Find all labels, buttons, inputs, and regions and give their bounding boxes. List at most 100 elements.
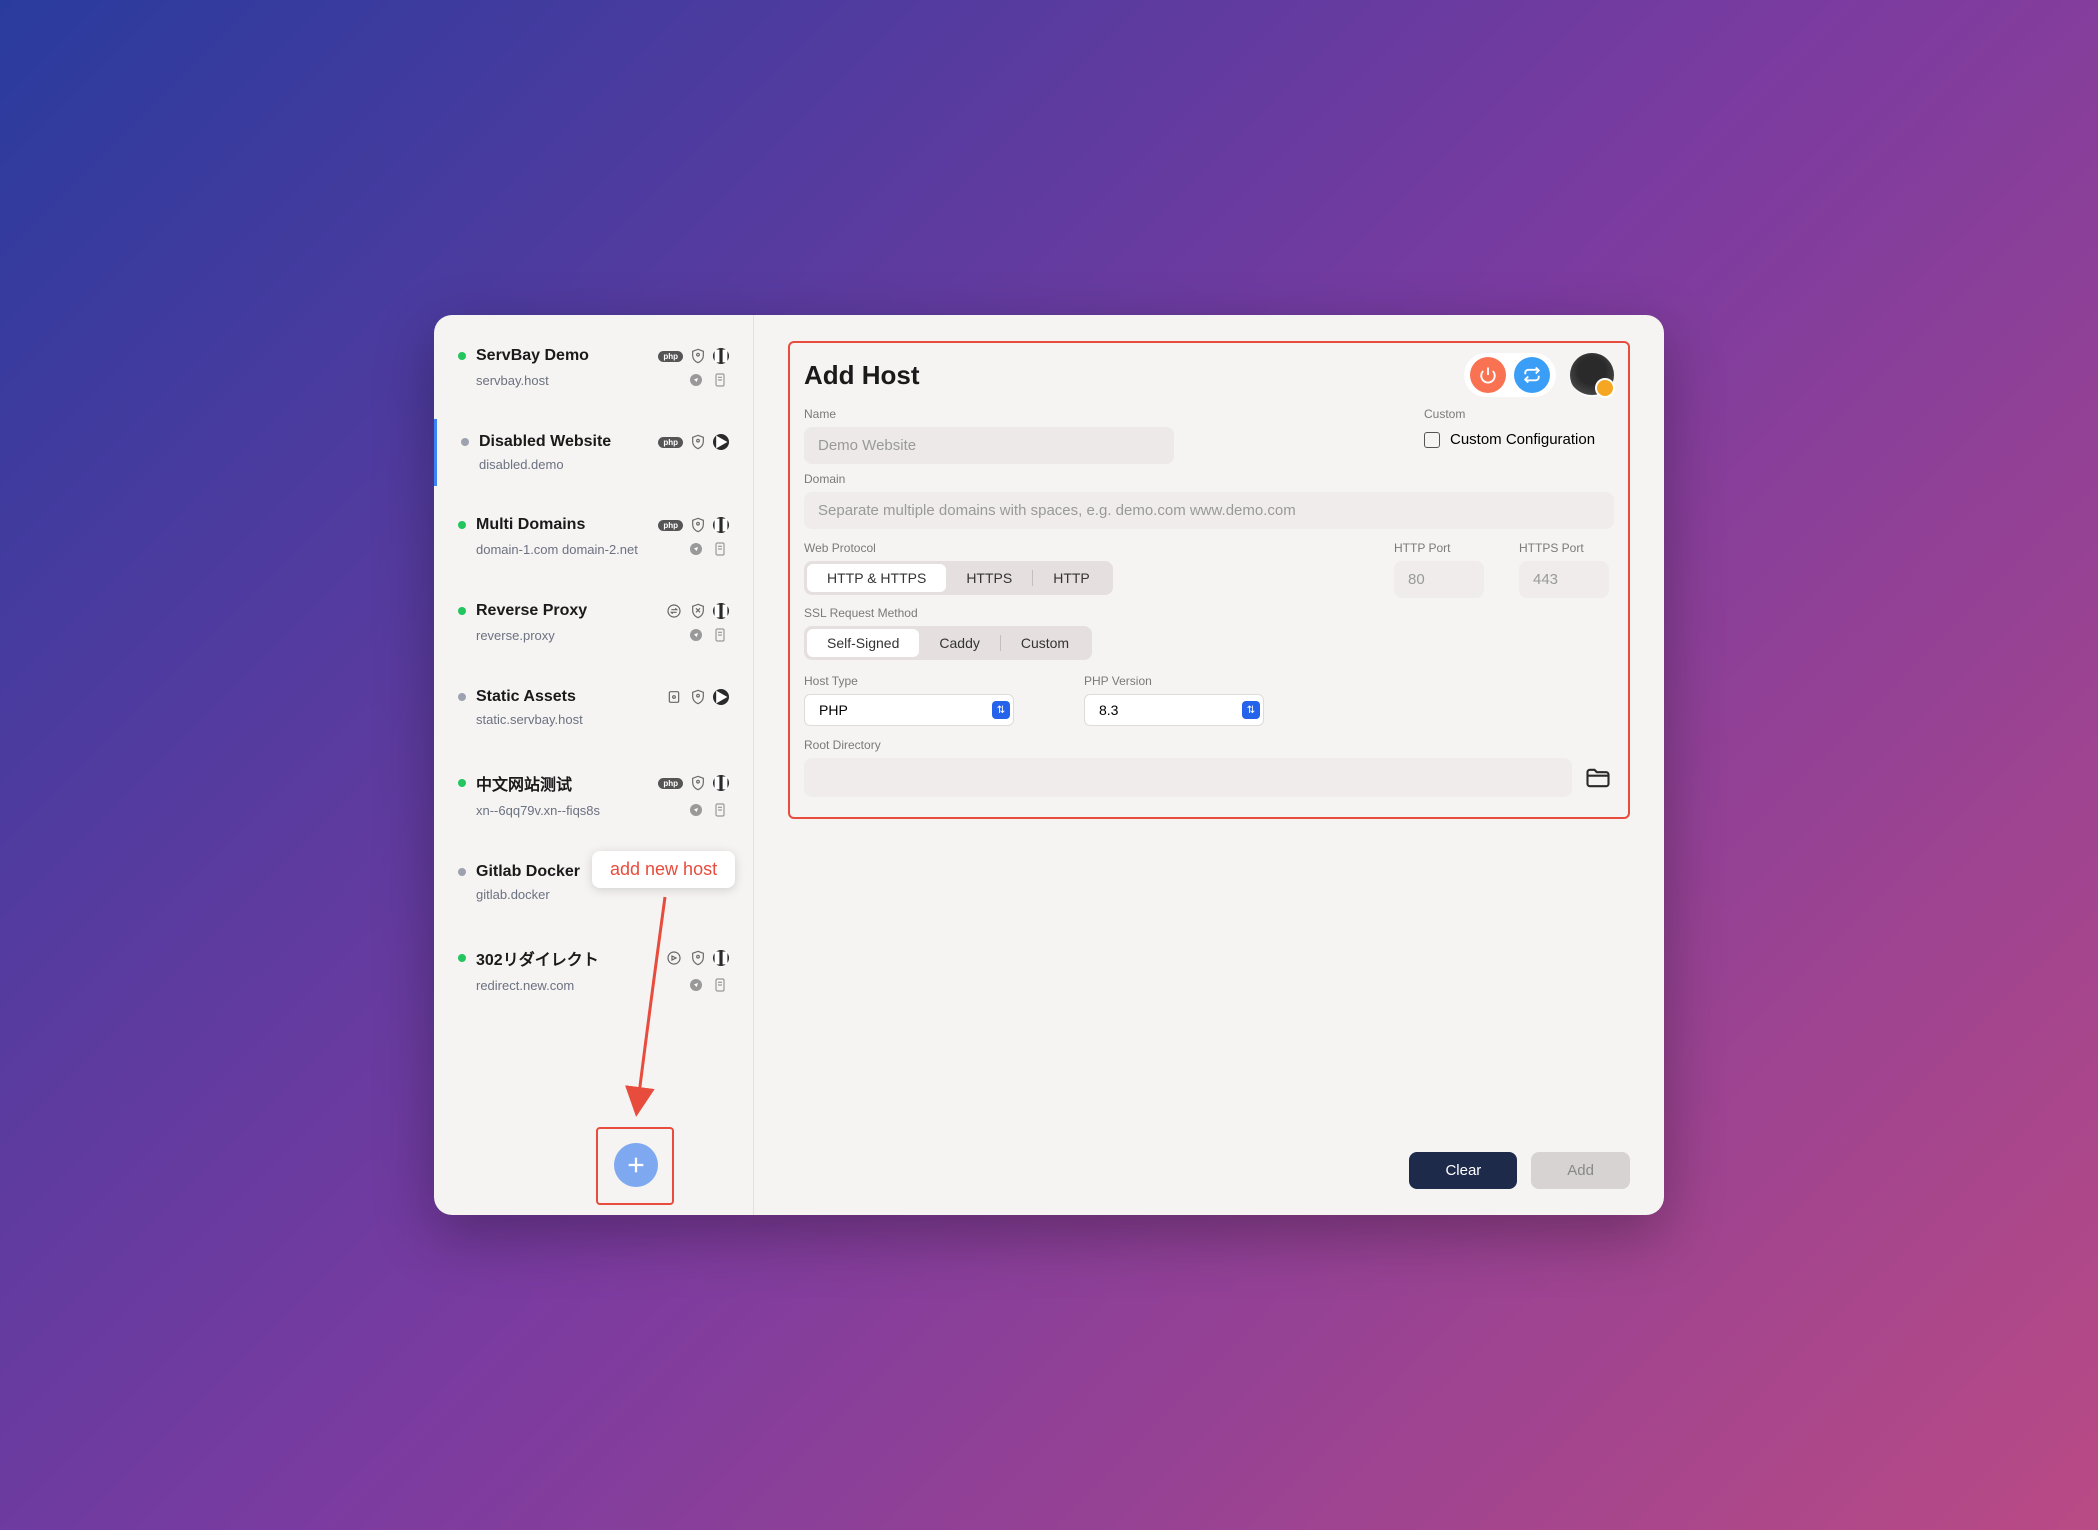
status-dot bbox=[458, 868, 466, 876]
shield-icon bbox=[689, 949, 707, 967]
host-subtitle: static.servbay.host bbox=[476, 712, 719, 727]
host-title: ServBay Demo bbox=[476, 347, 648, 365]
sidebar-host-item[interactable]: Static Assets static.servbay.host bbox=[434, 674, 753, 741]
ssl-custom[interactable]: Custom bbox=[1001, 629, 1089, 657]
php-version-select[interactable] bbox=[1084, 694, 1264, 726]
host-title: Static Assets bbox=[476, 688, 655, 706]
redirect-icon bbox=[665, 949, 683, 967]
sidebar-host-item[interactable]: Reverse Proxyreverse.proxy bbox=[434, 588, 753, 658]
php-badge-icon: php bbox=[658, 437, 683, 448]
compass-icon[interactable] bbox=[687, 976, 705, 994]
page-title: Add Host bbox=[804, 360, 1464, 391]
static-icon bbox=[665, 688, 683, 706]
app-window: ServBay Demo php servbay.host Disabled Webs… bbox=[434, 315, 1664, 1215]
compass-icon[interactable] bbox=[687, 371, 705, 389]
domain-input[interactable] bbox=[804, 492, 1614, 529]
host-title: Multi Domains bbox=[476, 516, 648, 534]
status-dot bbox=[461, 438, 469, 446]
swap-icon bbox=[665, 602, 683, 620]
ssl-caddy[interactable]: Caddy bbox=[919, 629, 999, 657]
protocol-https[interactable]: HTTPS bbox=[946, 564, 1032, 592]
shield-icon bbox=[689, 516, 707, 534]
name-input[interactable] bbox=[804, 427, 1174, 464]
document-icon[interactable] bbox=[711, 801, 729, 819]
document-icon[interactable] bbox=[711, 371, 729, 389]
annotation-form-highlight: Add Host Name bbox=[788, 341, 1630, 819]
status-dot bbox=[458, 352, 466, 360]
label-name: Name bbox=[804, 407, 1394, 421]
host-subtitle: reverse.proxy bbox=[476, 628, 677, 643]
label-root-dir: Root Directory bbox=[804, 738, 1614, 752]
ssl-self-signed[interactable]: Self-Signed bbox=[807, 629, 919, 657]
document-icon[interactable] bbox=[711, 626, 729, 644]
php-badge-icon: php bbox=[658, 778, 683, 789]
label-php-version: PHP Version bbox=[1084, 674, 1334, 688]
clear-button[interactable]: Clear bbox=[1409, 1152, 1517, 1189]
http-port-input[interactable] bbox=[1394, 561, 1484, 598]
custom-config-checkbox[interactable] bbox=[1424, 432, 1440, 448]
sidebar: ServBay Demo php servbay.host Disabled Webs… bbox=[434, 315, 754, 1215]
add-button[interactable]: Add bbox=[1531, 1152, 1630, 1189]
sidebar-host-item[interactable]: Disabled Website php disabled.demo bbox=[434, 419, 753, 486]
main-panel: Add Host Name bbox=[754, 315, 1664, 1215]
protocol-http-https[interactable]: HTTP & HTTPS bbox=[807, 564, 946, 592]
status-dot bbox=[458, 779, 466, 787]
avatar[interactable] bbox=[1570, 353, 1614, 397]
shield-x-icon bbox=[689, 602, 707, 620]
host-subtitle: xn--6qq79v.xn--fiqs8s bbox=[476, 803, 677, 818]
host-title: Disabled Website bbox=[479, 433, 648, 451]
header-action-pill bbox=[1464, 353, 1556, 397]
status-dot bbox=[458, 521, 466, 529]
pause-icon[interactable] bbox=[713, 950, 729, 966]
host-subtitle: disabled.demo bbox=[479, 457, 719, 472]
document-icon[interactable] bbox=[711, 540, 729, 558]
shield-icon bbox=[689, 774, 707, 792]
label-custom-config: Custom Configuration bbox=[1450, 431, 1595, 448]
add-host-fab[interactable] bbox=[614, 1143, 658, 1187]
document-icon[interactable] bbox=[711, 976, 729, 994]
pause-icon[interactable] bbox=[713, 603, 729, 619]
host-title: 302リダイレクト bbox=[476, 946, 655, 970]
host-subtitle: redirect.new.com bbox=[476, 978, 677, 993]
sidebar-host-item[interactable]: 302リダイレクト redirect.new.com bbox=[434, 932, 753, 1008]
shield-icon bbox=[689, 347, 707, 365]
power-button[interactable] bbox=[1470, 357, 1506, 393]
root-dir-input[interactable] bbox=[804, 758, 1572, 797]
folder-browse-button[interactable] bbox=[1582, 762, 1614, 794]
protocol-segmented: HTTP & HTTPS HTTPS HTTP bbox=[804, 561, 1113, 595]
status-dot bbox=[458, 954, 466, 962]
label-ssl: SSL Request Method bbox=[804, 606, 1614, 620]
pause-icon[interactable] bbox=[713, 775, 729, 791]
host-title: 中文网站测试 bbox=[476, 771, 648, 795]
shield-icon bbox=[689, 433, 707, 451]
host-subtitle: servbay.host bbox=[476, 373, 677, 388]
refresh-button[interactable] bbox=[1514, 357, 1550, 393]
play-icon[interactable] bbox=[713, 434, 729, 450]
label-custom: Custom bbox=[1424, 407, 1614, 421]
label-https-port: HTTPS Port bbox=[1519, 541, 1614, 555]
sidebar-host-item[interactable]: 中文网站测试 php xn--6qq79v.xn--fiqs8s bbox=[434, 757, 753, 833]
play-icon[interactable] bbox=[713, 689, 729, 705]
https-port-input[interactable] bbox=[1519, 561, 1609, 598]
status-dot bbox=[458, 693, 466, 701]
compass-icon[interactable] bbox=[687, 626, 705, 644]
sidebar-host-item[interactable]: ServBay Demo php servbay.host bbox=[434, 333, 753, 403]
label-host-type: Host Type bbox=[804, 674, 1054, 688]
host-subtitle: domain-1.com domain-2.net bbox=[476, 542, 677, 557]
footer: Clear Add bbox=[788, 1132, 1630, 1189]
php-badge-icon: php bbox=[658, 351, 683, 362]
sidebar-host-item[interactable]: Multi Domains php domain-1.com domain-2.ne… bbox=[434, 502, 753, 572]
php-badge-icon: php bbox=[658, 520, 683, 531]
chevron-updown-icon: ⇅ bbox=[1242, 701, 1260, 719]
host-type-select[interactable] bbox=[804, 694, 1014, 726]
ssl-segmented: Self-Signed Caddy Custom bbox=[804, 626, 1092, 660]
pause-icon[interactable] bbox=[713, 348, 729, 364]
host-subtitle: gitlab.docker bbox=[476, 887, 719, 902]
protocol-http[interactable]: HTTP bbox=[1033, 564, 1110, 592]
pause-icon[interactable] bbox=[713, 517, 729, 533]
label-domain: Domain bbox=[804, 472, 1614, 486]
compass-icon[interactable] bbox=[687, 801, 705, 819]
status-dot bbox=[458, 607, 466, 615]
label-protocol: Web Protocol bbox=[804, 541, 1364, 555]
compass-icon[interactable] bbox=[687, 540, 705, 558]
